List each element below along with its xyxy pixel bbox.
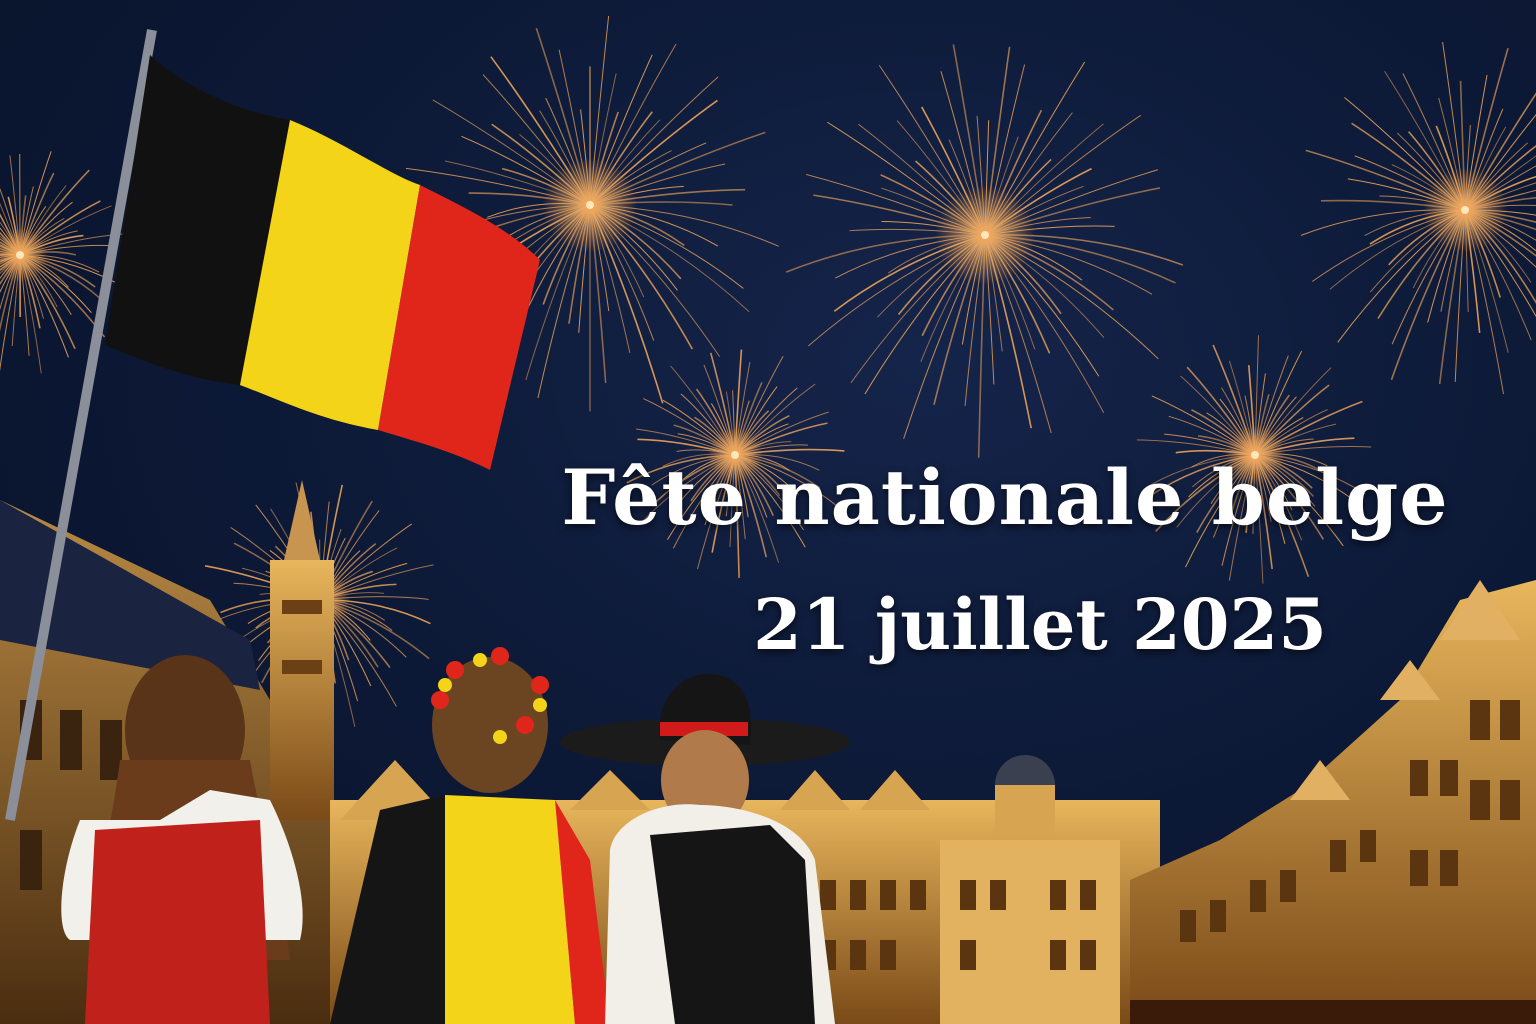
event-title: Fête nationale belge [561,453,1449,542]
firework-icon [785,44,1184,458]
event-date: 21 juillet 2025 [753,583,1327,666]
firework-icon [1300,42,1536,395]
festive-poster: Fête nationale belge 21 juillet 2025 [0,0,1536,1024]
